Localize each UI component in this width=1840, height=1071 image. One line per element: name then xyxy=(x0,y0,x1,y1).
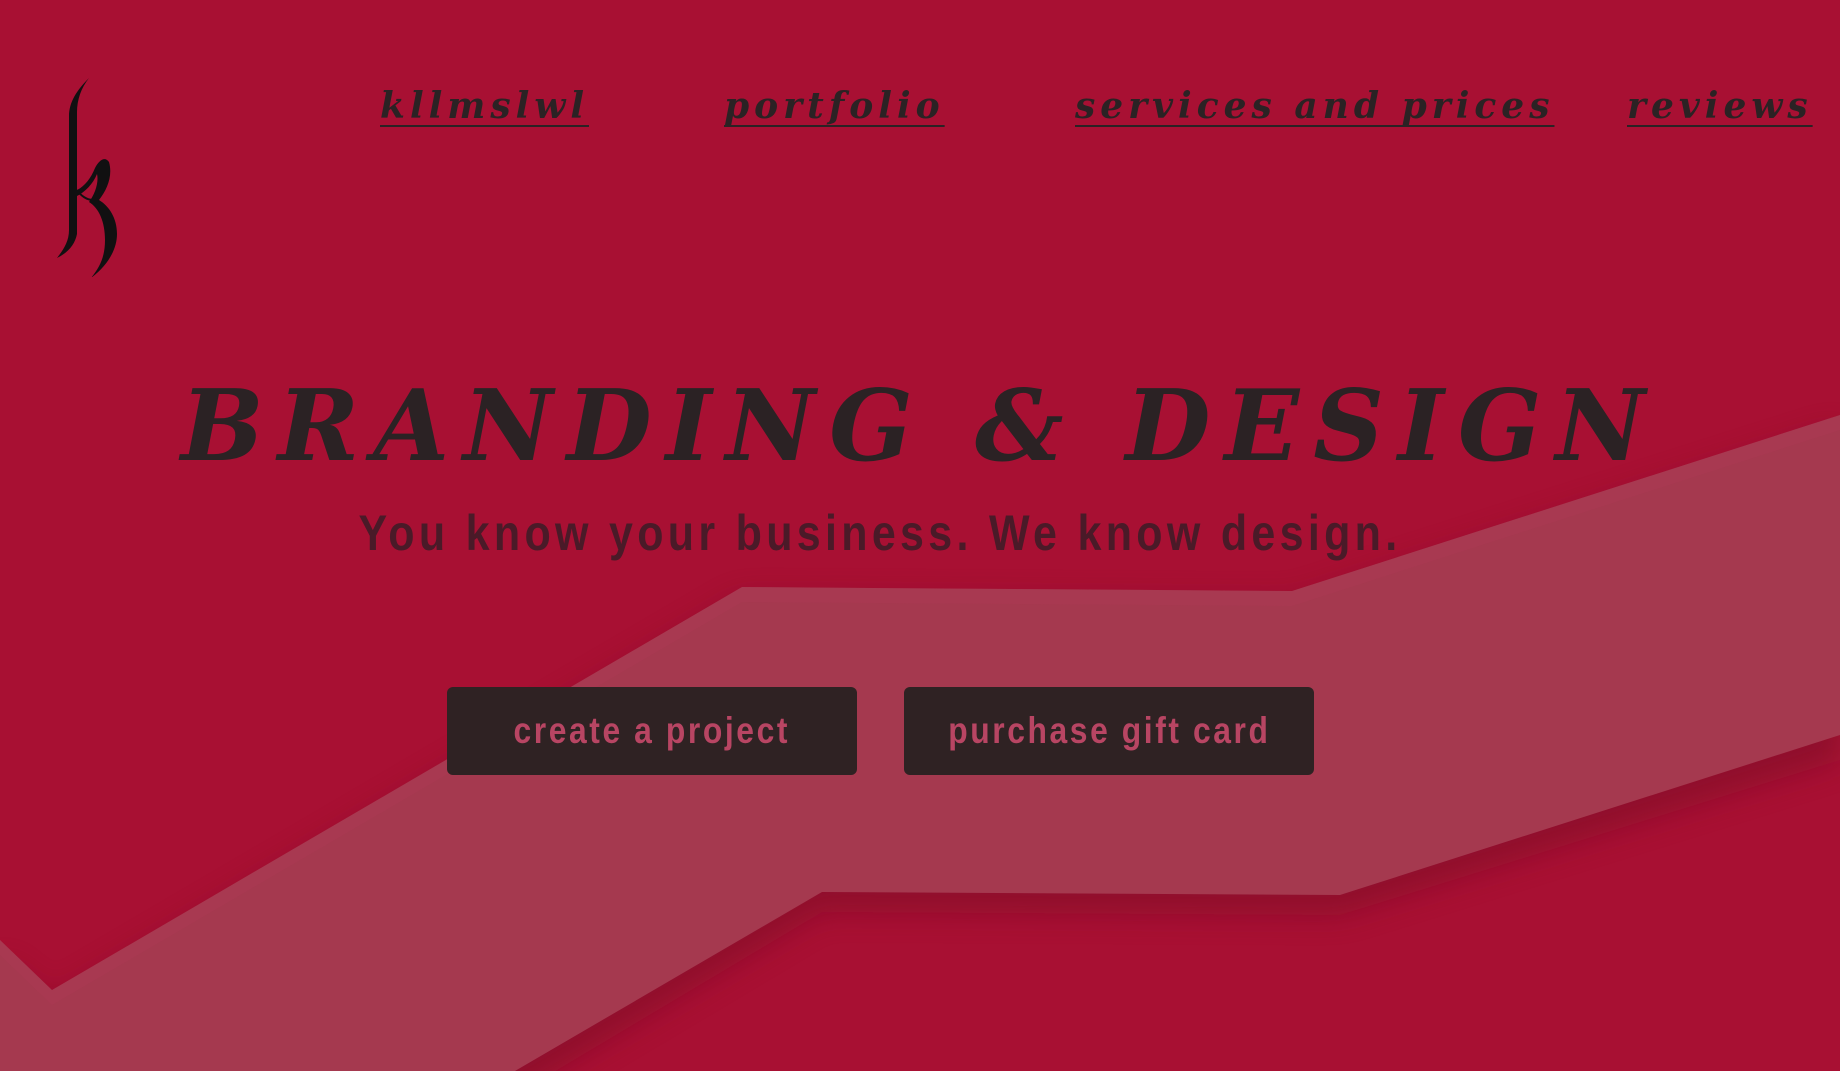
hero-headline: BRANDING & DESIGN xyxy=(180,369,1660,484)
create-project-button-label: create a project xyxy=(513,710,791,751)
purchase-gift-card-button[interactable]: purchase gift card xyxy=(904,687,1314,775)
logo-k-icon[interactable] xyxy=(55,72,130,277)
page: kllmslwl portfolio services and prices r… xyxy=(0,0,1840,1071)
nav-link-reviews[interactable]: reviews xyxy=(1627,80,1813,132)
nav-link-services-and-prices[interactable]: services and prices xyxy=(1075,80,1554,132)
nav-link-portfolio[interactable]: portfolio xyxy=(724,80,945,132)
nav-link-home[interactable]: kllmslwl xyxy=(380,80,589,132)
hero-tagline: You know your business. We know design. xyxy=(358,505,1402,561)
create-project-button[interactable]: create a project xyxy=(447,687,857,775)
purchase-gift-card-button-label: purchase gift card xyxy=(947,710,1271,751)
